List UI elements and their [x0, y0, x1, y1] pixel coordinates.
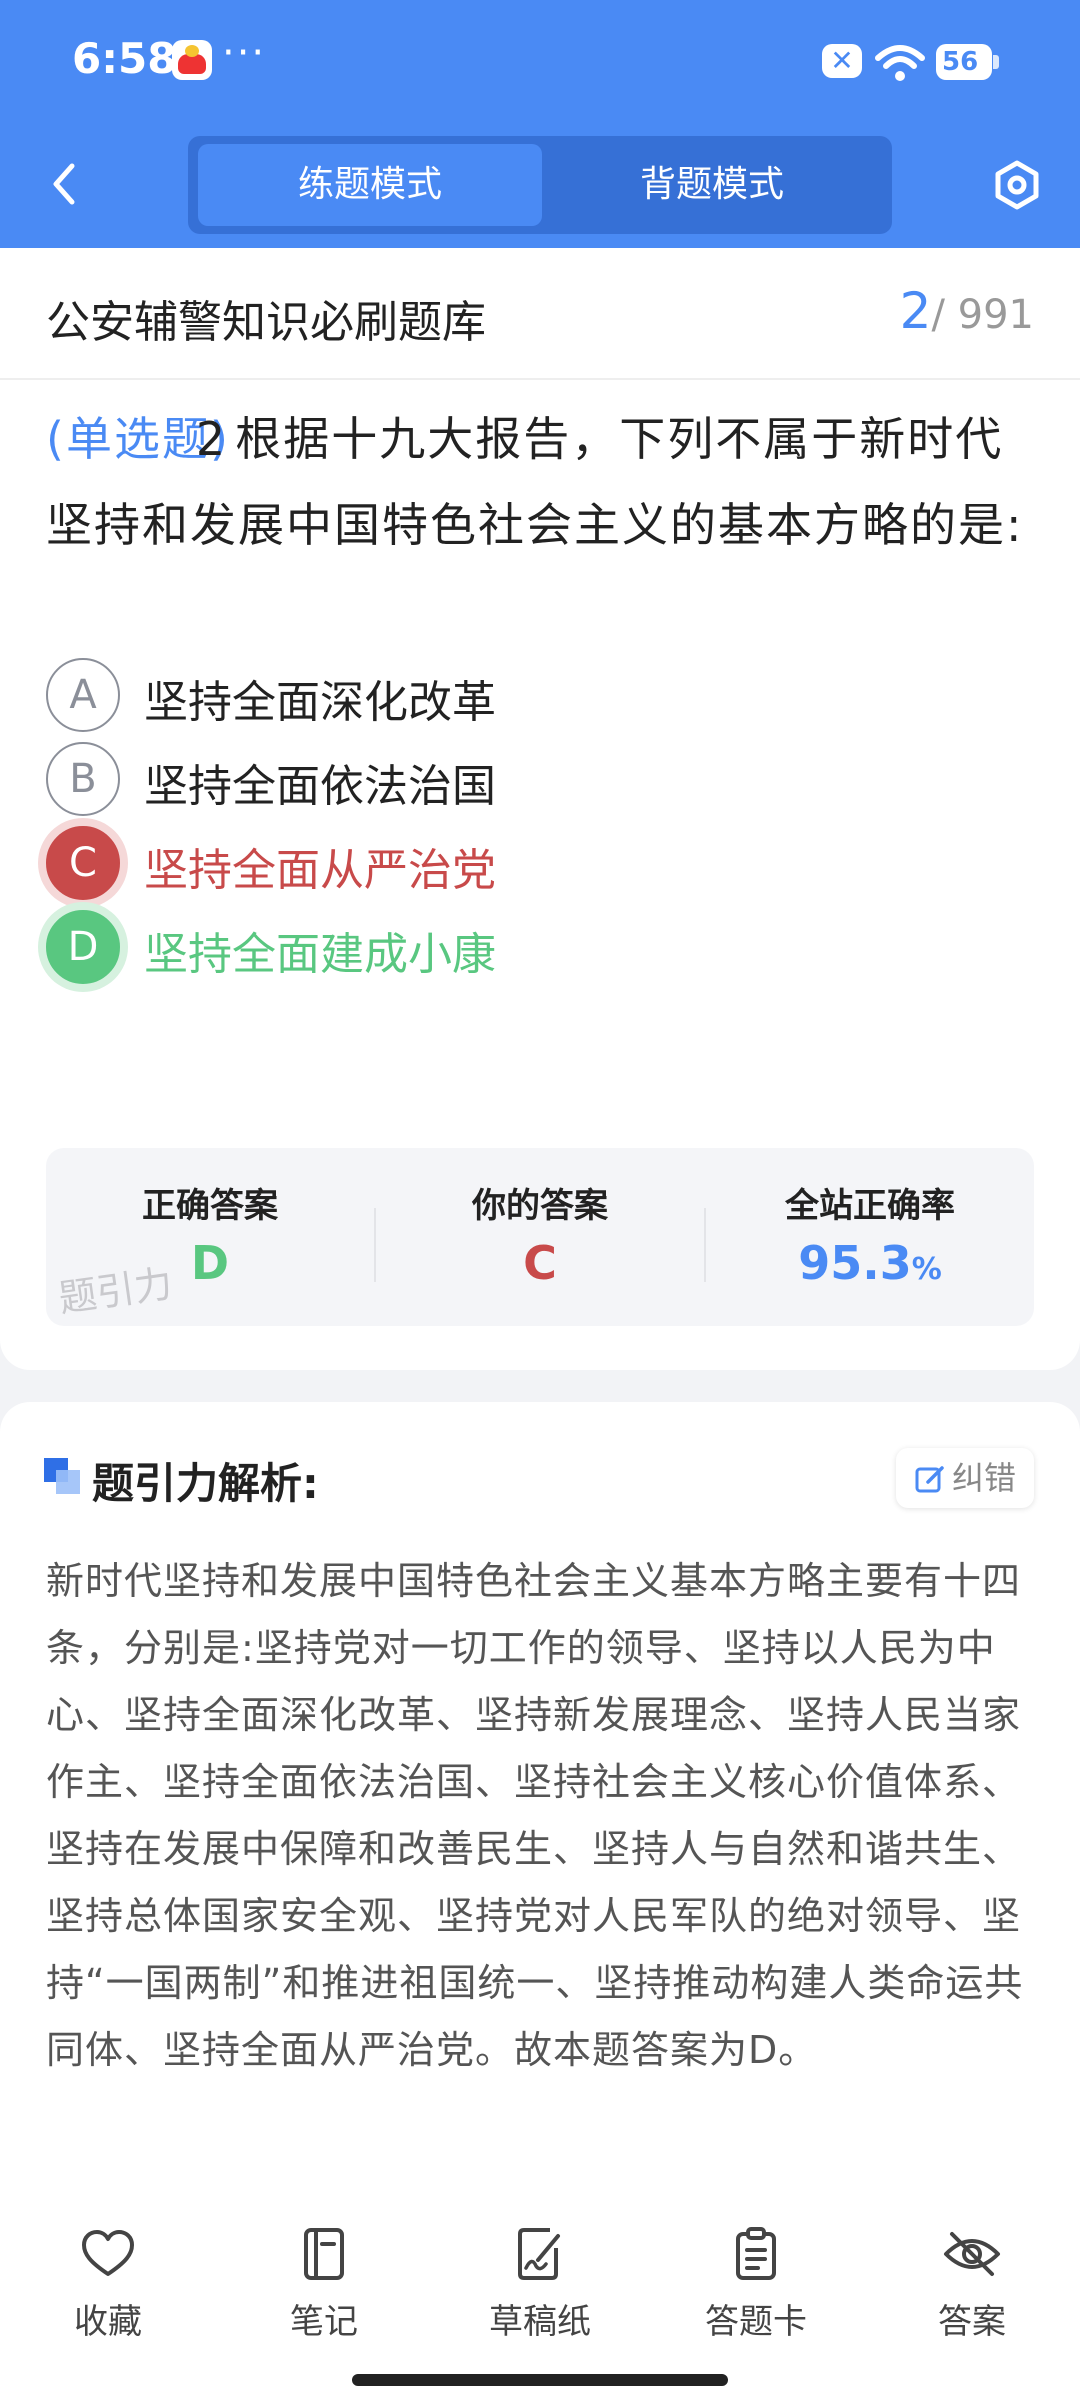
answer-summary: 正确答案 D 题引力 你的答案 C 全站正确率 95.3%: [46, 1148, 1034, 1326]
divider: [0, 378, 1080, 380]
app-header: 6:58 ··· ✕ 56 练题模式 背题模式: [0, 0, 1080, 248]
answer-card-icon: [736, 2227, 776, 2280]
answer-toggle-label: 答案: [938, 2302, 1006, 2342]
wifi-icon: [875, 45, 925, 81]
accuracy-unit: %: [911, 1252, 942, 1287]
option-text: 坚持全面深化改革: [144, 677, 496, 728]
heart-icon: [82, 2230, 134, 2276]
option-text: 坚持全面依法治国: [144, 761, 496, 812]
accuracy-number: 95.3: [798, 1236, 912, 1290]
total-questions: / 991: [931, 292, 1034, 338]
option-letter: B: [46, 742, 120, 816]
mode-toggle: 练题模式 背题模式: [188, 136, 892, 234]
analysis-text: 新时代坚持和发展中国特色社会主义基本方略主要有十四条，分别是:坚持党对一切工作的…: [46, 1559, 1024, 2072]
answer-card-button[interactable]: 答题卡: [676, 2226, 836, 2343]
status-bar: 6:58 ··· ✕ 56: [0, 0, 1080, 125]
report-error-label: 纠错: [951, 1459, 1016, 1497]
question-stem: (单选题)2 根据十九大报告，下列不属于新时代坚持和发展中国特色社会主义的基本方略…: [46, 396, 1036, 568]
notebook-icon: [304, 2228, 344, 2280]
your-answer-label: 你的答案: [472, 1186, 608, 1226]
correct-answer-block: 正确答案 D 题引力: [46, 1148, 374, 1326]
tab-memorize-mode[interactable]: 背题模式: [540, 144, 884, 226]
analysis-title: 题引力解析:: [92, 1459, 319, 1508]
accuracy-label: 全站正确率: [785, 1186, 955, 1226]
notes-label: 笔记: [290, 2302, 358, 2342]
option-text: 坚持全面从严治党: [144, 845, 496, 896]
notes-button[interactable]: 笔记: [244, 2226, 404, 2343]
edit-icon: [915, 1466, 944, 1493]
battery-icon: 56: [936, 44, 999, 80]
tab-practice-mode[interactable]: 练题模式: [198, 144, 542, 226]
back-button[interactable]: [40, 152, 90, 216]
option-letter: A: [46, 658, 120, 732]
favorite-button[interactable]: 收藏: [28, 2226, 188, 2343]
close-notification-icon: ✕: [822, 44, 862, 78]
option-letter: C: [46, 826, 120, 900]
correct-answer-label: 正确答案: [142, 1186, 278, 1226]
report-error-button[interactable]: 纠错: [895, 1448, 1034, 1508]
bottom-toolbar: 收藏 笔记 草稿纸 答题卡 答案: [0, 2190, 1080, 2400]
current-question-number: 2: [899, 282, 932, 340]
your-answer-block: 你的答案 C: [376, 1148, 704, 1326]
question-bank-title: 公安辅警知识必刷题库: [46, 297, 486, 348]
more-notifications-icon: ···: [222, 30, 267, 76]
favorite-label: 收藏: [74, 2302, 142, 2342]
app-notification-icon: [172, 40, 212, 80]
accuracy-block: 全站正确率 95.3%: [706, 1148, 1034, 1326]
analysis-icon: [44, 1458, 80, 1494]
analysis-card: 题引力解析: 纠错 新时代坚持和发展中国特色社会主义基本方略主要有十四条，分别是…: [0, 1402, 1080, 2222]
accuracy-value: 95.3%: [706, 1236, 1034, 1290]
draft-button[interactable]: 草稿纸: [460, 2226, 620, 2343]
answer-card-label: 答题卡: [705, 2302, 807, 2342]
settings-icon[interactable]: [990, 158, 1044, 212]
home-indicator[interactable]: [352, 2374, 728, 2386]
eye-off-icon: [944, 2232, 1000, 2276]
question-number: 2: [195, 412, 228, 466]
status-time: 6:58: [72, 34, 177, 83]
answer-toggle-button[interactable]: 答案: [892, 2226, 1052, 2343]
question-card: 公安辅警知识必刷题库 2/ 991 (单选题)2 根据十九大报告，下列不属于新时代…: [0, 248, 1080, 1370]
your-answer-value: C: [523, 1236, 557, 1290]
draft-paper-icon: [518, 2228, 560, 2280]
option-text: 坚持全面建成小康: [144, 929, 496, 980]
draft-label: 草稿纸: [489, 2302, 591, 2342]
option-letter: D: [46, 910, 120, 984]
question-counter: 2/ 991: [900, 282, 1034, 340]
